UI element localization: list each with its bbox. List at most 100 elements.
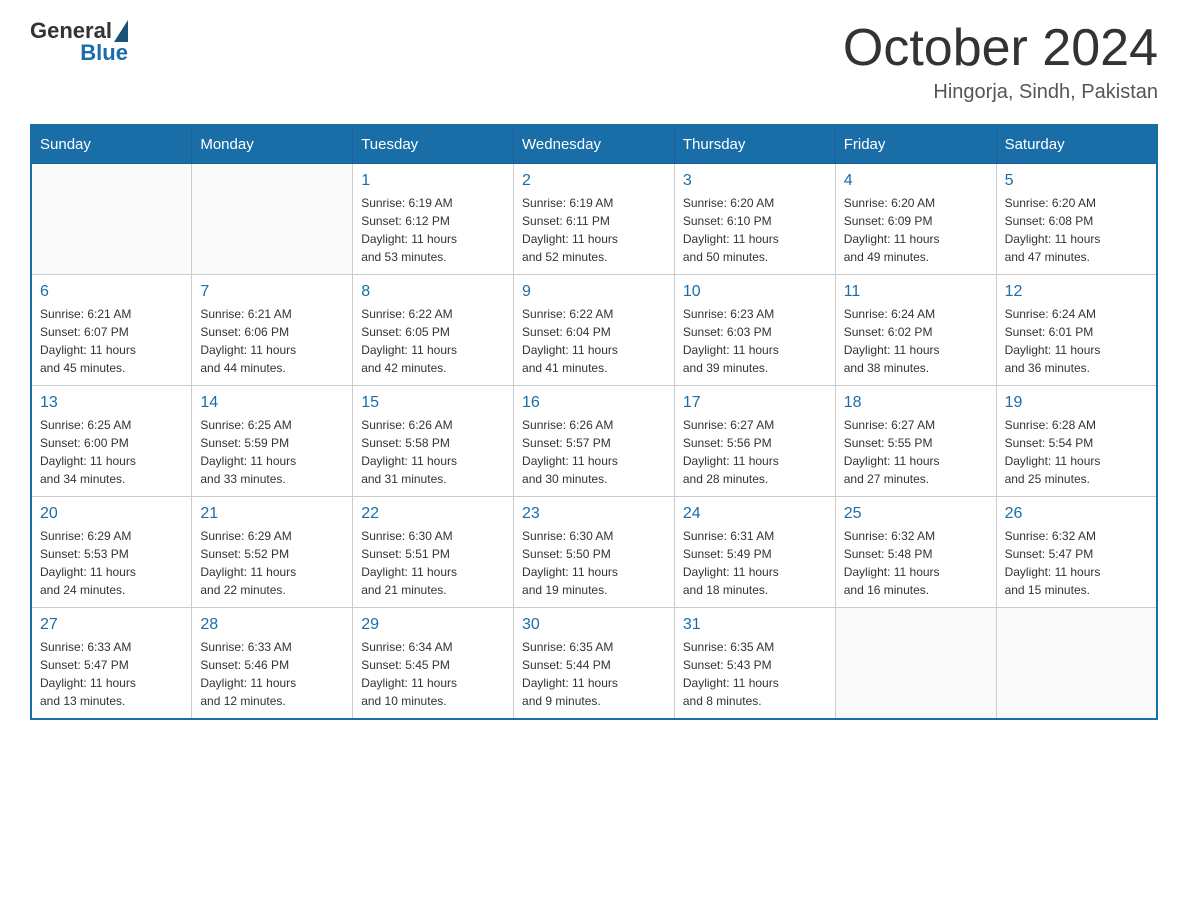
day-info: Sunrise: 6:24 AM Sunset: 6:01 PM Dayligh… (1005, 305, 1148, 377)
calendar-day-header: Monday (192, 125, 353, 164)
day-number: 15 (361, 394, 505, 412)
calendar-cell: 22 Sunrise: 6:30 AM Sunset: 5:51 PM Dayli… (353, 497, 514, 608)
day-number: 18 (844, 394, 988, 412)
day-info: Sunrise: 6:31 AM Sunset: 5:49 PM Dayligh… (683, 527, 827, 599)
day-info: Sunrise: 6:22 AM Sunset: 6:04 PM Dayligh… (522, 305, 666, 377)
day-number: 28 (200, 616, 344, 634)
day-number: 7 (200, 283, 344, 301)
day-info: Sunrise: 6:33 AM Sunset: 5:47 PM Dayligh… (40, 638, 183, 710)
day-info: Sunrise: 6:29 AM Sunset: 5:52 PM Dayligh… (200, 527, 344, 599)
day-info: Sunrise: 6:21 AM Sunset: 6:06 PM Dayligh… (200, 305, 344, 377)
day-number: 30 (522, 616, 666, 634)
calendar-cell (996, 608, 1157, 720)
calendar-cell: 31Sunrise: 6:35 AM Sunset: 5:43 PM Dayli… (674, 608, 835, 720)
calendar-week-row: 13 Sunrise: 6:25 AM Sunset: 6:00 PM Dayli… (31, 386, 1157, 497)
day-info: Sunrise: 6:19 AM Sunset: 6:12 PM Dayligh… (361, 194, 505, 266)
day-number: 3 (683, 172, 827, 190)
calendar-cell: 5Sunrise: 6:20 AM Sunset: 6:08 PM Daylig… (996, 164, 1157, 275)
calendar-cell: 24Sunrise: 6:31 AM Sunset: 5:49 PM Dayli… (674, 497, 835, 608)
day-number: 23 (522, 505, 666, 523)
day-number: 9 (522, 283, 666, 301)
day-info: Sunrise: 6:30 AM Sunset: 5:50 PM Dayligh… (522, 527, 666, 599)
calendar-day-header: Thursday (674, 125, 835, 164)
day-number: 14 (200, 394, 344, 412)
calendar-week-row: 20 Sunrise: 6:29 AM Sunset: 5:53 PM Dayli… (31, 497, 1157, 608)
calendar-cell: 21 Sunrise: 6:29 AM Sunset: 5:52 PM Dayli… (192, 497, 353, 608)
day-number: 12 (1005, 283, 1148, 301)
logo: General Blue (30, 20, 128, 66)
calendar-cell: 15 Sunrise: 6:26 AM Sunset: 5:58 PM Dayli… (353, 386, 514, 497)
calendar-header-row: SundayMondayTuesdayWednesdayThursdayFrid… (31, 125, 1157, 164)
calendar-cell: 19 Sunrise: 6:28 AM Sunset: 5:54 PM Dayli… (996, 386, 1157, 497)
calendar-cell (835, 608, 996, 720)
day-number: 8 (361, 283, 505, 301)
day-number: 19 (1005, 394, 1148, 412)
calendar-cell: 8Sunrise: 6:22 AM Sunset: 6:05 PM Daylig… (353, 275, 514, 386)
day-number: 10 (683, 283, 827, 301)
calendar-cell: 1 Sunrise: 6:19 AM Sunset: 6:12 PM Daylig… (353, 164, 514, 275)
day-number: 4 (844, 172, 988, 190)
calendar-cell: 10 Sunrise: 6:23 AM Sunset: 6:03 PM Dayli… (674, 275, 835, 386)
calendar-cell: 26Sunrise: 6:32 AM Sunset: 5:47 PM Dayli… (996, 497, 1157, 608)
calendar-cell: 18 Sunrise: 6:27 AM Sunset: 5:55 PM Dayli… (835, 386, 996, 497)
day-info: Sunrise: 6:20 AM Sunset: 6:10 PM Dayligh… (683, 194, 827, 266)
day-number: 27 (40, 616, 183, 634)
day-number: 2 (522, 172, 666, 190)
day-number: 29 (361, 616, 505, 634)
logo-blue-text: Blue (30, 40, 128, 66)
title-block: October 2024 Hingorja, Sindh, Pakistan (843, 20, 1158, 104)
day-info: Sunrise: 6:26 AM Sunset: 5:57 PM Dayligh… (522, 416, 666, 488)
day-info: Sunrise: 6:24 AM Sunset: 6:02 PM Dayligh… (844, 305, 988, 377)
location-subtitle: Hingorja, Sindh, Pakistan (843, 81, 1158, 104)
day-number: 17 (683, 394, 827, 412)
calendar-cell (192, 164, 353, 275)
calendar-cell: 29 Sunrise: 6:34 AM Sunset: 5:45 PM Dayli… (353, 608, 514, 720)
calendar-cell: 6 Sunrise: 6:21 AM Sunset: 6:07 PM Daylig… (31, 275, 192, 386)
day-number: 31 (683, 616, 827, 634)
logo-general-text: General (30, 20, 112, 42)
calendar-day-header: Wednesday (514, 125, 675, 164)
day-number: 25 (844, 505, 988, 523)
day-info: Sunrise: 6:20 AM Sunset: 6:09 PM Dayligh… (844, 194, 988, 266)
day-info: Sunrise: 6:28 AM Sunset: 5:54 PM Dayligh… (1005, 416, 1148, 488)
calendar-cell: 28 Sunrise: 6:33 AM Sunset: 5:46 PM Dayli… (192, 608, 353, 720)
day-number: 16 (522, 394, 666, 412)
day-info: Sunrise: 6:26 AM Sunset: 5:58 PM Dayligh… (361, 416, 505, 488)
calendar-cell: 13 Sunrise: 6:25 AM Sunset: 6:00 PM Dayli… (31, 386, 192, 497)
calendar-week-row: 27 Sunrise: 6:33 AM Sunset: 5:47 PM Dayli… (31, 608, 1157, 720)
day-number: 5 (1005, 172, 1148, 190)
calendar-day-header: Tuesday (353, 125, 514, 164)
calendar-cell: 30 Sunrise: 6:35 AM Sunset: 5:44 PM Dayli… (514, 608, 675, 720)
day-number: 21 (200, 505, 344, 523)
calendar-table: SundayMondayTuesdayWednesdayThursdayFrid… (30, 124, 1158, 720)
calendar-cell: 23 Sunrise: 6:30 AM Sunset: 5:50 PM Dayli… (514, 497, 675, 608)
calendar-cell: 7 Sunrise: 6:21 AM Sunset: 6:06 PM Daylig… (192, 275, 353, 386)
day-info: Sunrise: 6:35 AM Sunset: 5:44 PM Dayligh… (522, 638, 666, 710)
day-number: 22 (361, 505, 505, 523)
calendar-day-header: Sunday (31, 125, 192, 164)
page-header: General Blue October 2024 Hingorja, Sind… (30, 20, 1158, 104)
day-info: Sunrise: 6:25 AM Sunset: 6:00 PM Dayligh… (40, 416, 183, 488)
day-number: 13 (40, 394, 183, 412)
day-info: Sunrise: 6:30 AM Sunset: 5:51 PM Dayligh… (361, 527, 505, 599)
calendar-week-row: 6 Sunrise: 6:21 AM Sunset: 6:07 PM Daylig… (31, 275, 1157, 386)
day-info: Sunrise: 6:27 AM Sunset: 5:55 PM Dayligh… (844, 416, 988, 488)
calendar-cell: 25Sunrise: 6:32 AM Sunset: 5:48 PM Dayli… (835, 497, 996, 608)
day-info: Sunrise: 6:29 AM Sunset: 5:53 PM Dayligh… (40, 527, 183, 599)
day-info: Sunrise: 6:34 AM Sunset: 5:45 PM Dayligh… (361, 638, 505, 710)
calendar-cell: 11Sunrise: 6:24 AM Sunset: 6:02 PM Dayli… (835, 275, 996, 386)
calendar-cell: 9 Sunrise: 6:22 AM Sunset: 6:04 PM Daylig… (514, 275, 675, 386)
month-title: October 2024 (843, 20, 1158, 77)
calendar-cell: 14Sunrise: 6:25 AM Sunset: 5:59 PM Dayli… (192, 386, 353, 497)
day-number: 20 (40, 505, 183, 523)
calendar-day-header: Friday (835, 125, 996, 164)
calendar-cell (31, 164, 192, 275)
calendar-cell: 2Sunrise: 6:19 AM Sunset: 6:11 PM Daylig… (514, 164, 675, 275)
day-info: Sunrise: 6:33 AM Sunset: 5:46 PM Dayligh… (200, 638, 344, 710)
day-info: Sunrise: 6:21 AM Sunset: 6:07 PM Dayligh… (40, 305, 183, 377)
calendar-cell: 20 Sunrise: 6:29 AM Sunset: 5:53 PM Dayli… (31, 497, 192, 608)
day-info: Sunrise: 6:23 AM Sunset: 6:03 PM Dayligh… (683, 305, 827, 377)
day-number: 1 (361, 172, 505, 190)
day-info: Sunrise: 6:27 AM Sunset: 5:56 PM Dayligh… (683, 416, 827, 488)
day-number: 6 (40, 283, 183, 301)
